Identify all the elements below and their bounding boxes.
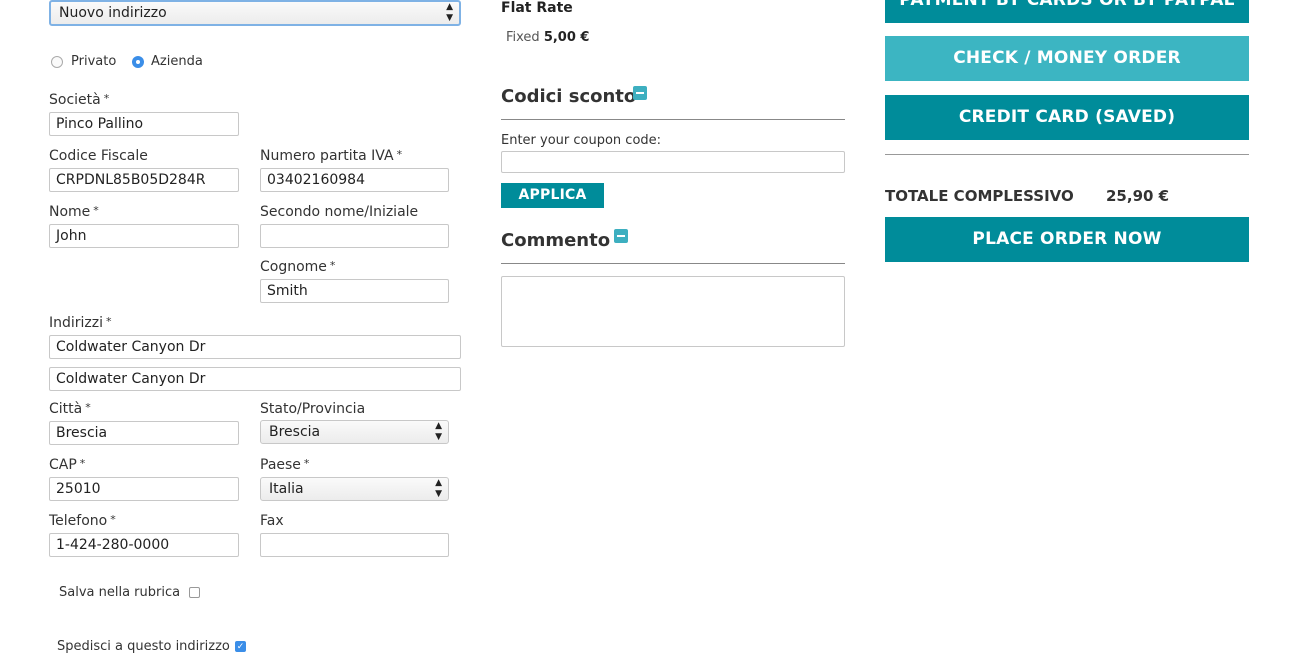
fiscal-code-input[interactable]: CRPDNL85B05D284R [49,168,239,192]
fax-label: Fax [260,513,284,529]
region-select-value: Brescia [269,424,321,440]
shipping-rate-price: 5,00 € [543,30,590,45]
payment-check-money-order-button[interactable]: CHECK / MONEY ORDER [885,36,1249,81]
country-select[interactable]: Italia ▲ ▼ [260,477,449,501]
city-label: Città * [49,401,91,417]
coupon-divider [501,119,845,120]
region-label: Stato/Provincia [260,401,366,417]
payment-divider [885,154,1249,155]
vat-input[interactable]: 03402160984 [260,168,449,192]
coupon-title: Codici sconto [501,86,637,107]
select-arrows-icon: ▲ ▼ [446,2,453,23]
radio-private-label: Privato [71,54,117,69]
postcode-label: CAP * [49,457,86,473]
radio-private[interactable] [51,56,63,68]
grand-total-value: 25,90 € [1106,187,1170,205]
collapse-comment-icon[interactable] [614,229,628,243]
grand-total-label: TOTALE COMPLESSIVO [885,187,1074,205]
ship-here-label: Spedisci a questo indirizzo [57,639,230,654]
shipping-rate: Fixed 5,00 € [506,30,589,45]
coupon-field-label: Enter your coupon code: [501,133,662,148]
middle-name-input[interactable] [260,224,449,248]
payment-credit-card-button[interactable]: CREDIT CARD (SAVED) [885,95,1249,140]
comment-textarea[interactable] [501,276,845,347]
place-order-button[interactable]: PLACE ORDER NOW [885,217,1249,262]
street-line2-input[interactable]: Coldwater Canyon Dr [49,367,461,391]
collapse-coupon-icon[interactable] [633,86,647,100]
shipping-rate-type: Fixed [506,30,540,45]
save-address-label: Salva nella rubrica [59,585,181,600]
country-select-value: Italia [269,481,304,497]
region-select[interactable]: Brescia ▲ ▼ [260,420,449,444]
radio-company[interactable] [132,56,144,68]
country-label: Paese * [260,457,310,473]
save-address-checkbox[interactable] [189,587,200,598]
coupon-input[interactable] [501,151,845,173]
apply-coupon-button[interactable]: APPLICA [501,183,604,208]
select-arrows-icon: ▲ ▼ [435,478,442,499]
vat-label: Numero partita IVA * [260,148,403,164]
street-label: Indirizzi * [49,315,112,331]
postcode-input[interactable]: 25010 [49,477,239,501]
last-name-label: Cognome * [260,259,336,275]
first-name-label: Nome * [49,204,99,220]
comment-divider [501,263,845,264]
city-input[interactable]: Brescia [49,421,239,445]
company-input[interactable]: Pinco Pallino [49,112,239,136]
middle-name-label: Secondo nome/Iniziale [260,204,419,220]
phone-label: Telefono * [49,513,116,529]
first-name-input[interactable]: John [49,224,239,248]
select-arrows-icon: ▲ ▼ [435,421,442,442]
address-select-value: Nuovo indirizzo [59,5,167,21]
radio-company-label: Azienda [151,54,203,69]
phone-input[interactable]: 1-424-280-0000 [49,533,239,557]
fiscal-code-label: Codice Fiscale [49,148,148,164]
shipping-method-title: Flat Rate [501,0,573,16]
comment-title: Commento [501,230,611,251]
ship-here-checkbox[interactable]: ✓ [235,641,246,652]
last-name-input[interactable]: Smith [260,279,449,303]
fax-input[interactable] [260,533,449,557]
company-label: Società * [49,92,110,108]
payment-cards-paypal-button[interactable]: PAYMENT BY CARDS OR BY PAYPAL [885,0,1249,23]
address-select[interactable]: Nuovo indirizzo ▲ ▼ [49,0,461,26]
street-line1-input[interactable]: Coldwater Canyon Dr [49,335,461,359]
